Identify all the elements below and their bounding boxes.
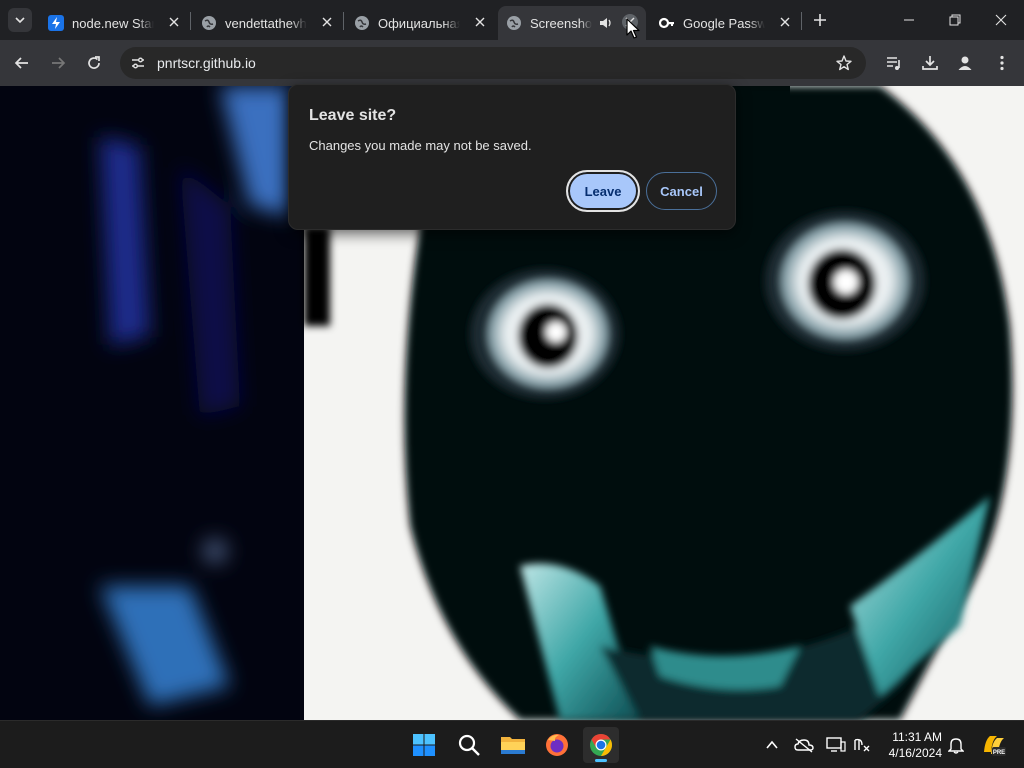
arrow-right-icon: [52, 57, 66, 69]
media-queue-icon: [887, 57, 900, 70]
downloads-button[interactable]: [916, 49, 944, 77]
tab-title: Официальная: [378, 15, 460, 31]
tab-screenshot[interactable]: Screenshot: [498, 6, 646, 40]
tab-title: Google Passwo: [683, 15, 765, 31]
address-bar[interactable]: pnrtscr.github.io: [120, 47, 866, 79]
menu-button[interactable]: [988, 49, 1016, 77]
file-explorer-button[interactable]: [495, 727, 531, 763]
firefox-button[interactable]: [539, 727, 575, 763]
chevron-down-icon: [15, 17, 25, 24]
tab-title: node.new Starte: [72, 15, 154, 31]
new-tab-button[interactable]: [808, 8, 832, 32]
profile-button[interactable]: [951, 49, 979, 77]
minimize-icon: [904, 19, 914, 21]
key-icon: [659, 15, 675, 31]
search-icon: [458, 734, 480, 756]
reload-button[interactable]: [80, 49, 108, 77]
back-button[interactable]: [8, 49, 36, 77]
firefox-icon: [546, 734, 568, 756]
mouse-cursor-icon: [626, 18, 640, 39]
clock[interactable]: 11:31 AM 4/16/2024: [856, 729, 942, 761]
windows-start-icon: [413, 734, 435, 756]
tab-separator: [801, 12, 802, 30]
close-window-button[interactable]: [978, 0, 1024, 40]
taskbar-search-button[interactable]: [451, 727, 487, 763]
close-icon[interactable]: [319, 14, 335, 30]
browser-toolbar: pnrtscr.github.io: [0, 40, 1024, 86]
show-hidden-icons-button[interactable]: [762, 735, 782, 755]
tab-title: Screenshot: [530, 15, 592, 31]
tab-google-password[interactable]: Google Passwo: [651, 6, 799, 40]
plus-icon: [814, 14, 826, 26]
url-text[interactable]: pnrtscr.github.io: [157, 55, 256, 71]
tab-separator: [343, 12, 344, 30]
notifications-button[interactable]: [946, 735, 966, 755]
leave-site-dialog: Leave site? Changes you made may not be …: [288, 84, 736, 230]
dialog-message: Changes you made may not be saved.: [309, 138, 532, 153]
reload-icon: [88, 56, 100, 69]
chrome-icon: [590, 734, 612, 756]
display-icon: [826, 737, 846, 752]
copilot-icon: PRE: [984, 736, 1006, 756]
dialog-title: Leave site?: [309, 107, 397, 124]
cancel-button[interactable]: Cancel: [646, 172, 717, 210]
profile-icon: [958, 56, 972, 70]
close-icon: [995, 14, 1007, 26]
site-info-icon[interactable]: [128, 53, 148, 73]
close-icon[interactable]: [166, 14, 182, 30]
download-icon: [922, 56, 938, 70]
more-vert-icon: [1000, 55, 1004, 71]
onedrive-tray[interactable]: [794, 735, 814, 755]
tab-search-button[interactable]: [8, 8, 32, 32]
close-icon[interactable]: [777, 14, 793, 30]
copilot-pre-button[interactable]: PRE: [980, 731, 1008, 759]
display-tray[interactable]: [826, 735, 846, 755]
arrow-left-icon: [14, 57, 28, 69]
globe-icon: [201, 15, 217, 31]
file-explorer-icon: [501, 737, 525, 754]
restore-button[interactable]: [932, 0, 978, 40]
clock-time: 11:31 AM: [892, 730, 942, 744]
chrome-button[interactable]: [583, 727, 619, 763]
tab-official[interactable]: Официальная: [346, 6, 494, 40]
bell-icon: [948, 738, 964, 754]
taskbar: 11:31 AM 4/16/2024 PRE: [0, 720, 1024, 768]
tab-separator: [190, 12, 191, 30]
close-icon[interactable]: [472, 14, 488, 30]
screen: node.new Starte vendettathevhs Официальн…: [0, 0, 1024, 768]
leave-button[interactable]: Leave: [566, 170, 640, 212]
reading-list-button[interactable]: [880, 49, 908, 77]
bolt-icon: [48, 15, 64, 31]
cloud-off-icon: [794, 738, 814, 753]
tab-vendetta[interactable]: vendettathevhs: [193, 6, 341, 40]
active-app-indicator: [595, 759, 607, 762]
start-button[interactable]: [406, 727, 442, 763]
tab-node-new[interactable]: node.new Starte: [40, 6, 188, 40]
speaker-icon[interactable]: [598, 15, 614, 34]
minimize-button[interactable]: [886, 0, 932, 40]
restore-icon: [949, 14, 961, 26]
pre-badge: PRE: [993, 750, 1005, 756]
tab-title: vendettathevhs: [225, 15, 307, 31]
clock-date: 4/16/2024: [888, 746, 942, 760]
tab-strip: node.new Starte vendettathevhs Официальн…: [0, 0, 1024, 40]
chevron-up-icon: [766, 740, 778, 749]
globe-icon: [354, 15, 370, 31]
forward-button[interactable]: [44, 49, 72, 77]
globe-icon: [506, 15, 522, 31]
bookmark-star-icon[interactable]: [834, 53, 854, 73]
